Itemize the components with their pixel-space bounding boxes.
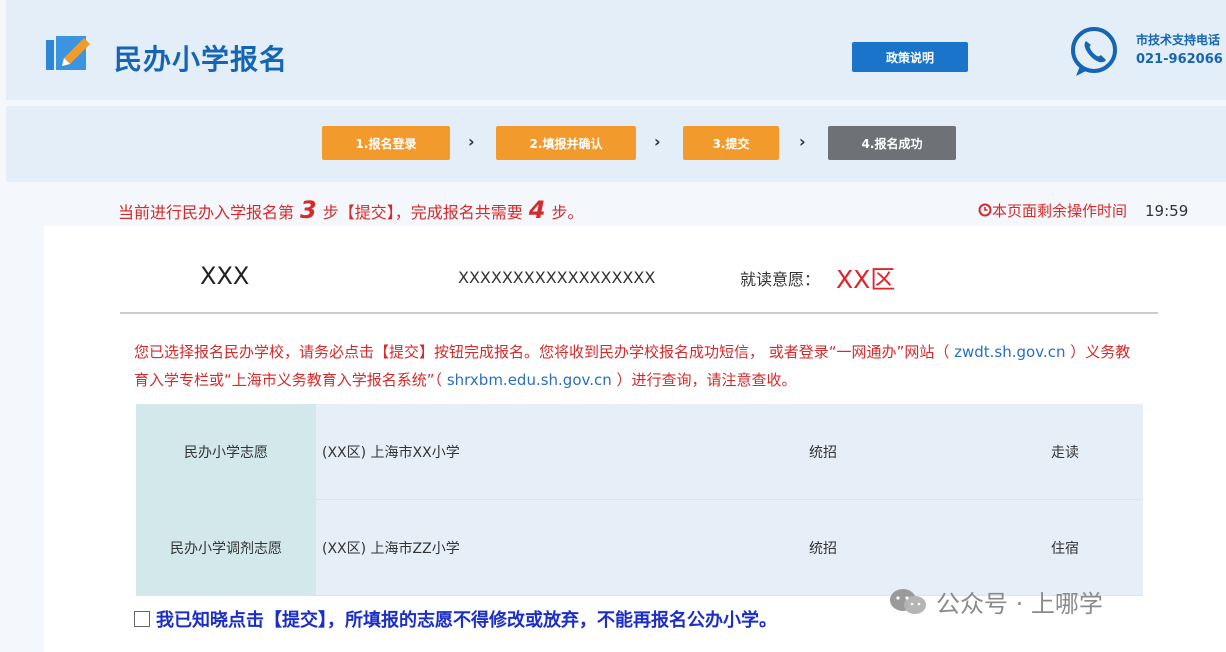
progress-total-steps: 4: [528, 196, 546, 224]
phone-support-icon: [1071, 27, 1117, 76]
watermark: 公众号 · 上哪学: [888, 584, 1103, 619]
zwdt-link[interactable]: zwdt.sh.gov.cn: [954, 343, 1065, 361]
support-phone: 021-962066: [1136, 52, 1223, 67]
policy-button[interactable]: 政策说明: [852, 42, 968, 72]
confirm-row: 我已知晓点击【提交】，所填报的志愿不得修改或放弃，不能再报名公办小学。: [134, 606, 777, 632]
timer-label: 本页面剩余操作时间: [992, 202, 1128, 220]
notice-text: 您已选择报名民办学校，请务必点击【提交】按钮完成报名。您将收到民办学校报名成功短…: [134, 338, 1134, 394]
confirm-text[interactable]: 我已知晓点击【提交】，所填报的志愿不得修改或放弃，不能再报名公办小学。: [156, 606, 777, 632]
student-id: XXXXXXXXXXXXXXXXXX: [458, 268, 656, 287]
step-4: 4.报名成功: [828, 126, 956, 160]
progress-current-step: 3: [300, 196, 317, 224]
wish-label: 就读意愿：: [740, 270, 821, 289]
clock-icon: [978, 203, 992, 217]
step-arrow-icon: ›: [799, 132, 806, 151]
shrxbm-link[interactable]: shrxbm.edu.sh.gov.cn: [447, 371, 612, 389]
step-2: 2.填报并确认: [496, 126, 636, 160]
choice-boarding: 走读: [1050, 404, 1143, 500]
wechat-icon: [890, 588, 926, 614]
choice-school: (XX区) 上海市ZZ小学: [316, 499, 808, 596]
confirm-checkbox[interactable]: [134, 611, 150, 627]
progress-prefix: 当前进行民办入学报名第: [118, 203, 295, 222]
app-title: 民办小学报名: [114, 43, 289, 76]
notice-part1: 您已选择报名民办学校，请务必点击【提交】按钮完成报名。您将收到民办学校报名成功短…: [134, 343, 950, 361]
step-indicator: 1.报名登录 › 2.填报并确认 › 3.提交 › 4.报名成功: [6, 106, 1226, 182]
step-1: 1.报名登录: [322, 126, 450, 160]
timer-value: 19:59: [1145, 202, 1189, 220]
table-row: 民办小学志愿 (XX区) 上海市XX小学 统招 走读: [136, 404, 1143, 500]
watermark-text: 公众号 · 上哪学: [936, 590, 1103, 618]
progress-suffix: 步。: [551, 203, 584, 222]
timer: 本页面剩余操作时间 19:59: [978, 200, 1188, 221]
choice-type: 统招: [808, 404, 1050, 500]
choice-type: 统招: [808, 499, 1050, 596]
wish-value: XX区: [836, 265, 896, 294]
choice-label: 民办小学志愿: [136, 404, 316, 500]
step-arrow-icon: ›: [468, 132, 475, 151]
progress-text: 当前进行民办入学报名第 3 步【提交】，完成报名共需要 4 步。: [118, 196, 583, 224]
notice-part3: ）进行查询，请注意查收。: [616, 371, 797, 389]
choices-table: 民办小学志愿 (XX区) 上海市XX小学 统招 走读 民办小学调剂志愿 (XX区…: [136, 404, 1143, 596]
table-row: 民办小学调剂志愿 (XX区) 上海市ZZ小学 统招 住宿: [136, 499, 1143, 596]
step-arrow-icon: ›: [654, 132, 661, 151]
choice-boarding: 住宿: [1050, 499, 1143, 596]
pencil-book-logo-icon: [46, 36, 90, 70]
support-label: 市技术支持电话: [1136, 33, 1221, 47]
choice-school: (XX区) 上海市XX小学: [316, 404, 808, 500]
student-name: XXX: [200, 262, 250, 290]
progress-middle: 步【提交】，完成报名共需要: [322, 203, 523, 222]
choice-label: 民办小学调剂志愿: [136, 499, 316, 596]
header: 民办小学报名 政策说明 市技术支持电话 021-962066: [6, 0, 1226, 100]
divider: [120, 312, 1158, 314]
step-3: 3.提交: [683, 126, 779, 160]
